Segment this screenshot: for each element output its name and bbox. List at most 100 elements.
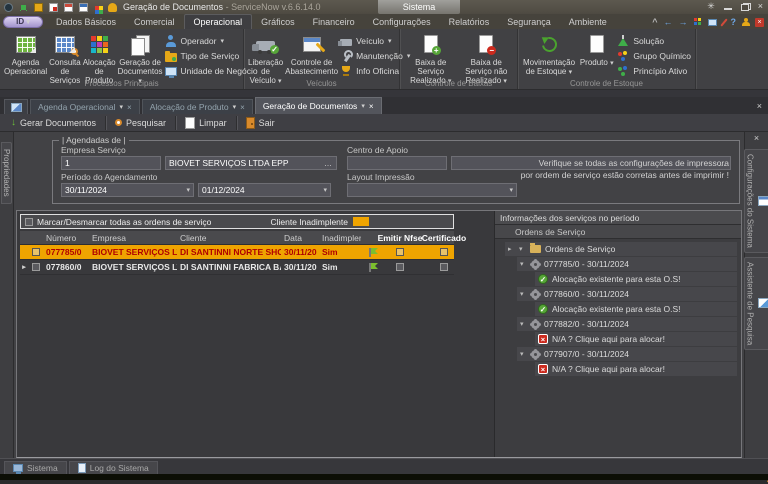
doc-tab-alocacao-produto[interactable]: Alocação de Produto▾×: [142, 99, 253, 114]
configuracoes-sistema-vertical-tab[interactable]: Configurações do Sistema: [744, 149, 768, 253]
periodo-inicio-combo[interactable]: 30/11/2024▾: [61, 183, 194, 197]
tree-column-header[interactable]: Ordens de Serviço: [495, 225, 741, 239]
col-certificado[interactable]: Certificado: [422, 231, 466, 244]
doc-tab-agenda-operacional[interactable]: Agenda Operacional▾×: [30, 99, 140, 114]
mini-tab[interactable]: [4, 99, 28, 114]
restore-button[interactable]: [741, 3, 749, 11]
context-tab-sistema[interactable]: Sistema: [378, 0, 460, 14]
geracao-documentos-button[interactable]: Geração de Documentos ▾: [118, 31, 163, 86]
flag-icon[interactable]: [369, 248, 371, 257]
doc-tab-geracao-documentos[interactable]: Geração de Documentos▾×: [255, 97, 382, 114]
table-row[interactable]: 077785/0 BIOVET SERVIÇOS LTD DI SANTINNI…: [20, 245, 454, 260]
emitir-nfse-checkbox[interactable]: [396, 263, 404, 271]
tree-root[interactable]: ▸ ▾ Ordens de Serviço: [505, 242, 737, 256]
color-grid-icon[interactable]: [95, 6, 99, 10]
help-icon[interactable]: ?: [731, 17, 737, 27]
settings-gear-icon[interactable]: ✳: [707, 1, 715, 12]
tree-status-node[interactable]: × N/A ? Clique aqui para alocar!: [535, 332, 737, 346]
left-dock-strip: Propriedades: [0, 132, 14, 458]
consulta-servicos-button[interactable]: Consulta de Serviços: [49, 31, 81, 85]
row-checkbox[interactable]: [32, 263, 40, 271]
app-logo-icon[interactable]: [4, 3, 13, 12]
lookup-ellipsis-button[interactable]: …: [324, 159, 333, 168]
col-inadimplente[interactable]: Inadimplente: [319, 231, 361, 244]
close-document-area-icon[interactable]: ×: [757, 101, 762, 111]
close-button[interactable]: ×: [758, 1, 763, 12]
liberacao-veiculo-button[interactable]: ✓ Liberação de Veículo ▾: [248, 31, 283, 86]
person-icon[interactable]: [108, 3, 117, 12]
close-panel-icon[interactable]: ×: [754, 132, 759, 145]
principio-ativo-button[interactable]: Princípio Ativo: [617, 65, 691, 77]
user-icon[interactable]: [742, 18, 749, 26]
layout-impressao-combo[interactable]: ▾: [347, 183, 517, 197]
close-tab-icon[interactable]: ×: [369, 102, 374, 111]
tab-dados-basicos[interactable]: Dados Básicos: [47, 15, 125, 29]
produto-button[interactable]: Produto ▾: [578, 31, 615, 68]
agenda-operacional-button[interactable]: Agenda Operacional: [4, 31, 47, 76]
alocacao-produto-button[interactable]: Alocação de Produto: [83, 31, 116, 85]
col-cliente[interactable]: Cliente: [177, 231, 281, 244]
row-checkbox[interactable]: [32, 248, 40, 256]
empresa-nome-input[interactable]: BIOVET SERVIÇOS LTDA EPP …: [165, 156, 337, 170]
tab-relatorios[interactable]: Relatórios: [440, 15, 499, 29]
emitir-nfse-checkbox[interactable]: [396, 248, 404, 256]
tab-configuracoes[interactable]: Configurações: [364, 15, 440, 29]
sair-button[interactable]: Sair: [239, 115, 282, 131]
monitor-icon[interactable]: [708, 19, 717, 26]
solucao-button[interactable]: Solução: [617, 35, 691, 47]
tree-status-node[interactable]: ✓ Alocação existente para esta O.S!: [535, 272, 737, 286]
movimentacao-estoque-button[interactable]: Movimentação de Estoque ▾: [522, 31, 576, 77]
log-sistema-status-tab[interactable]: Log do Sistema: [69, 461, 158, 474]
col-emitir-nfse[interactable]: Emitir Nfse: [378, 231, 422, 244]
propriedades-vertical-tab[interactable]: Propriedades: [1, 142, 12, 204]
tab-graficos[interactable]: Gráficos: [252, 15, 304, 29]
sitemap-icon[interactable]: [21, 5, 26, 10]
app-menu-button[interactable]: ID ▾: [3, 16, 43, 28]
pencil-icon[interactable]: [720, 18, 727, 26]
collapse-ribbon-icon[interactable]: ^: [652, 17, 657, 27]
centro-codigo-input[interactable]: [347, 156, 447, 170]
color-grid-dropdown-icon[interactable]: [694, 18, 702, 26]
exit-icon[interactable]: ×: [755, 18, 764, 27]
controle-abastecimento-button[interactable]: Controle de Abastecimento: [285, 31, 338, 76]
tree-os-node[interactable]: ▾ 077882/0 - 30/11/2024: [517, 317, 737, 331]
tab-comercial[interactable]: Comercial: [125, 15, 184, 29]
certificado-checkbox[interactable]: [440, 248, 448, 256]
flag-icon[interactable]: [369, 263, 371, 272]
assistente-pesquisa-vertical-tab[interactable]: Assistente de Pesquisa: [744, 257, 768, 350]
periodo-fim-combo[interactable]: 01/12/2024▾: [198, 183, 331, 197]
page-icon: [590, 35, 604, 53]
tree-status-node[interactable]: ✓ Alocação existente para esta O.S!: [535, 302, 737, 316]
calendar-icon[interactable]: [64, 3, 73, 12]
baixa-realizado-button[interactable]: + Baixa de Serviço Realizado ▾: [404, 31, 458, 86]
certificado-checkbox[interactable]: [440, 263, 448, 271]
grupo-quimico-button[interactable]: Grupo Químico: [617, 50, 691, 62]
report-icon[interactable]: [49, 3, 58, 12]
forward-arrow-icon[interactable]: →: [679, 17, 688, 27]
baixa-nao-realizado-button[interactable]: − Baixa de Serviço não Realizado ▾: [460, 31, 514, 86]
orange-doc-icon[interactable]: [34, 3, 43, 12]
calendar-clock-icon[interactable]: [79, 3, 88, 12]
tab-seguranca[interactable]: Segurança: [498, 15, 560, 29]
select-all-checkbox[interactable]: [25, 218, 33, 226]
col-empresa[interactable]: Empresa: [89, 231, 177, 244]
tree-os-node[interactable]: ▾ 077785/0 - 30/11/2024: [517, 257, 737, 271]
empresa-codigo-input[interactable]: 1: [61, 156, 161, 170]
gerar-documentos-button[interactable]: ↓ Gerar Documentos: [4, 115, 103, 131]
tree-os-node[interactable]: ▾ 077907/0 - 30/11/2024: [517, 347, 737, 361]
tab-financeiro[interactable]: Financeiro: [304, 15, 364, 29]
close-tab-icon[interactable]: ×: [240, 103, 245, 112]
col-data[interactable]: Data: [281, 231, 319, 244]
sistema-status-tab[interactable]: Sistema: [4, 461, 67, 474]
col-numero[interactable]: Número: [43, 231, 89, 244]
pesquisar-button[interactable]: Pesquisar: [108, 115, 173, 131]
tree-os-node[interactable]: ▾ 077860/0 - 30/11/2024: [517, 287, 737, 301]
tab-ambiente[interactable]: Ambiente: [560, 15, 616, 29]
close-tab-icon[interactable]: ×: [127, 103, 132, 112]
tree-status-node[interactable]: × N/A ? Clique aqui para alocar!: [535, 362, 737, 376]
back-arrow-icon[interactable]: ←: [664, 17, 673, 27]
table-row[interactable]: ▸ 077860/0 BIOVET SERVIÇOS LTD DI SANTIN…: [20, 260, 454, 275]
tab-operacional[interactable]: Operacional: [184, 14, 253, 29]
minimize-button[interactable]: [724, 3, 732, 11]
limpar-button[interactable]: Limpar: [178, 115, 234, 131]
